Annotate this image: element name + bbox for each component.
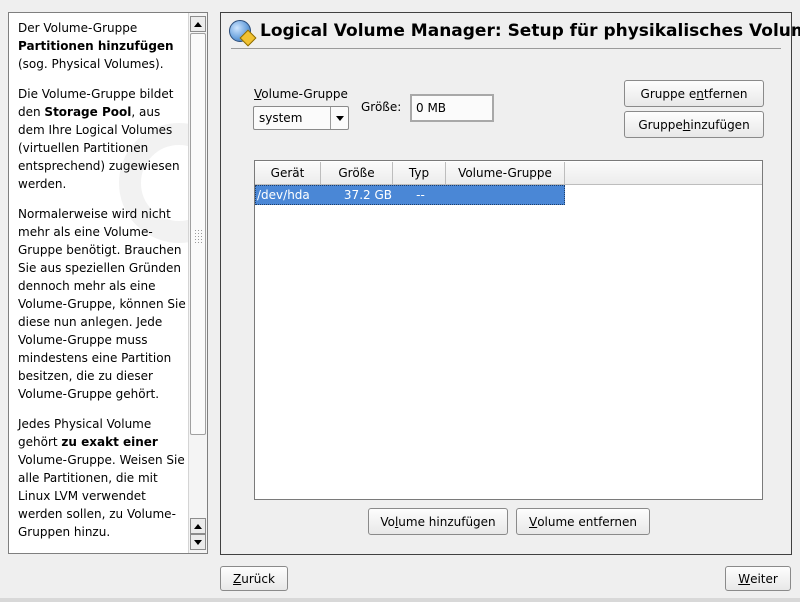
grip-icon: [194, 229, 202, 243]
scroll-up-top-button[interactable]: [190, 16, 206, 32]
mnemonic-char: W: [738, 571, 751, 586]
column-header-device[interactable]: Gerät: [255, 162, 321, 184]
mnemonic-char: n: [696, 86, 704, 101]
help-text-segment: (sog. Physical Volumes).: [18, 57, 164, 71]
remove-volume-button[interactable]: Volume entfernen: [516, 508, 650, 535]
help-paragraph-3: Normalerweise wird nicht mehr als eine V…: [18, 207, 186, 401]
size-label: Größe:: [361, 100, 402, 114]
cell-volume-group: [447, 186, 564, 204]
table-header: Gerät Größe Typ Volume-Gruppe: [255, 162, 762, 185]
lvm-disk-icon: [229, 20, 251, 42]
column-header-filler: [565, 162, 762, 184]
next-button[interactable]: Weiter: [725, 566, 791, 591]
column-header-size[interactable]: Größe: [321, 162, 393, 184]
label-text: olume-Gruppe: [261, 87, 348, 101]
physical-volume-table[interactable]: Gerät Größe Typ Volume-Gruppe /dev/hda 3…: [254, 160, 763, 500]
button-text: inzufügen: [690, 117, 750, 132]
button-text: Vo: [380, 514, 395, 529]
arrow-down-icon: [194, 539, 202, 545]
help-paragraph-2: Die Volume-Gruppe bildet den Storage Poo…: [18, 85, 186, 193]
help-panel: Der Volume-Gruppe Partitionen hinzufügen…: [8, 12, 208, 554]
size-field: 0 MB: [410, 94, 494, 122]
volume-group-label: Volume-Gruppe: [254, 87, 348, 101]
help-paragraph-1: Der Volume-Gruppe Partitionen hinzufügen…: [18, 19, 186, 73]
column-header-volume-group[interactable]: Volume-Gruppe: [446, 162, 565, 184]
help-text: Der Volume-Gruppe Partitionen hinzufügen…: [18, 19, 186, 553]
volume-group-selected-value: system: [259, 111, 303, 125]
mnemonic-char: Z: [233, 571, 242, 586]
help-bold-segment: zu exakt einer: [61, 435, 158, 449]
volume-group-select[interactable]: system: [253, 106, 349, 130]
arrow-up-icon: [194, 523, 202, 529]
chevron-down-icon: [335, 115, 344, 121]
scroll-up-button[interactable]: [190, 518, 206, 534]
help-scrollbar[interactable]: [188, 13, 207, 553]
title-divider: [231, 48, 781, 49]
help-text-segment: Volume-Gruppe. Weisen Sie alle Partition…: [18, 453, 185, 539]
add-volume-button[interactable]: Vo l ume hinzufügen: [368, 508, 508, 535]
cell-size: 37.2 GB: [343, 188, 392, 202]
help-text-segment: Der Volume-Gruppe: [18, 21, 138, 35]
button-text: eiter: [750, 571, 778, 586]
table-row[interactable]: /dev/hda 37.2 GB --: [255, 185, 565, 205]
add-group-button[interactable]: Gruppe h inzufügen: [624, 111, 764, 138]
button-text: Gruppe e: [640, 86, 697, 101]
column-header-type[interactable]: Typ: [393, 162, 446, 184]
scroll-down-button[interactable]: [190, 534, 206, 550]
dropdown-button[interactable]: [330, 107, 348, 129]
mnemonic-char: h: [682, 117, 691, 132]
size-value: 0 MB: [416, 101, 447, 115]
help-bold-segment: Storage Pool: [44, 105, 132, 119]
button-text: ume hinzufügen: [398, 514, 496, 529]
help-paragraph-4: Jedes Physical Volume gehört zu exakt ei…: [18, 415, 186, 541]
cell-device: /dev/hda: [257, 188, 310, 202]
button-text: tfernen: [703, 86, 748, 101]
arrow-up-icon: [194, 21, 202, 27]
bottom-strip: [0, 598, 800, 602]
remove-group-button[interactable]: Gruppe e n tfernen: [624, 80, 764, 107]
mnemonic-char: V: [528, 514, 538, 529]
title-row: Logical Volume Manager: Setup für physik…: [229, 16, 800, 46]
help-bold-segment: Partitionen hinzufügen: [18, 39, 174, 53]
main-panel: Logical Volume Manager: Setup für physik…: [220, 12, 800, 555]
button-text: Gruppe: [638, 117, 683, 132]
cell-type: --: [416, 188, 425, 202]
scroll-thumb[interactable]: [190, 33, 206, 435]
button-text: urück: [241, 571, 275, 586]
back-button[interactable]: Zurück: [220, 566, 288, 591]
page-title: Logical Volume Manager: Setup für physik…: [260, 21, 800, 41]
button-text: olume entfernen: [537, 514, 637, 529]
